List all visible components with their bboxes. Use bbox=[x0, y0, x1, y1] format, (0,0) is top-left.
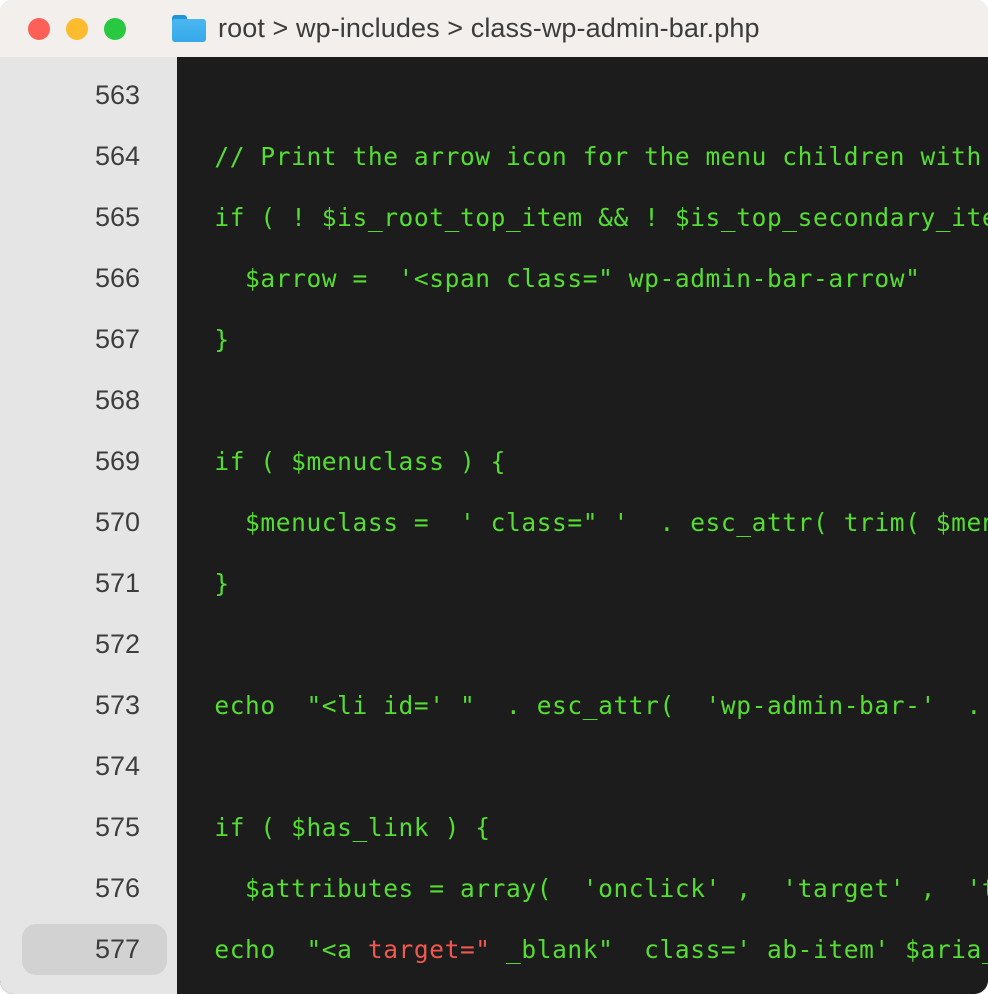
code-line[interactable]: } bbox=[177, 553, 988, 614]
code-token: $menuclass = ' class=" ' . esc_attr( tri… bbox=[245, 508, 988, 537]
line-number-label: 567 bbox=[94, 324, 140, 354]
code-token: _blank" class=' ab-item' $aria_attribute bbox=[506, 935, 988, 964]
code-line[interactable] bbox=[177, 736, 988, 797]
line-number-list: 563 564 565 566 567 568 569 570 571 572 573 574 575 5… bbox=[0, 57, 177, 994]
line-number: 566 bbox=[0, 248, 177, 309]
code-token: } bbox=[199, 325, 230, 354]
line-number: 577 bbox=[0, 919, 177, 980]
code-token: echo "<li id=' " . esc_attr( 'wp-admin-b… bbox=[214, 691, 982, 720]
breadcrumb: root > wp-includes > class-wp-admin-bar.… bbox=[172, 13, 760, 44]
line-number: 565 bbox=[0, 187, 177, 248]
line-number: 570 bbox=[0, 492, 177, 553]
window-controls bbox=[28, 17, 126, 40]
code-token: $arrow = '<span class=" wp-admin-bar-arr… bbox=[199, 264, 921, 293]
close-button[interactable] bbox=[28, 17, 50, 40]
line-number-label: 569 bbox=[94, 446, 140, 476]
code-line[interactable] bbox=[177, 65, 988, 126]
code-line[interactable]: $menuclass = ' class=" ' . esc_attr( tri… bbox=[177, 492, 988, 553]
folder-icon bbox=[172, 15, 206, 42]
line-number-label: 564 bbox=[94, 141, 140, 171]
line-number: 572 bbox=[0, 614, 177, 675]
code-line[interactable]: if ( $menuclass ) { bbox=[177, 431, 988, 492]
line-number-gutter: 563 564 565 566 567 568 569 570 571 572 573 574 575 5… bbox=[0, 57, 177, 994]
line-number: 564 bbox=[0, 126, 177, 187]
code-line[interactable]: if ( ! $is_root_top_item && ! $is_top_se… bbox=[177, 187, 988, 248]
line-number-label: 577 bbox=[94, 934, 140, 964]
code-line[interactable]: if ( $has_link ) { bbox=[177, 797, 988, 858]
line-number-label: 573 bbox=[94, 690, 140, 720]
line-number-label: 566 bbox=[94, 263, 140, 293]
editor-area: 563 564 565 566 567 568 569 570 571 572 573 574 575 5… bbox=[0, 57, 988, 994]
code-token-highlighted: target=" bbox=[367, 935, 491, 964]
line-number-label: 570 bbox=[94, 507, 140, 537]
line-number-label: 572 bbox=[94, 629, 140, 659]
code-line[interactable] bbox=[177, 370, 988, 431]
code-editor-window: root > wp-includes > class-wp-admin-bar.… bbox=[0, 0, 988, 994]
line-number: 574 bbox=[0, 736, 177, 797]
code-line[interactable]: } bbox=[177, 309, 988, 370]
code-lines: // Print the arrow icon for the menu chi… bbox=[177, 57, 988, 994]
line-number: 571 bbox=[0, 553, 177, 614]
line-number-label: 565 bbox=[94, 202, 140, 232]
code-token: // Print the arrow icon for the menu chi… bbox=[214, 142, 982, 171]
code-token: echo "<a bbox=[199, 935, 368, 964]
code-token: $attributes = array( 'onclick' , 'target… bbox=[245, 874, 988, 903]
code-line[interactable] bbox=[177, 614, 988, 675]
line-number: 563 bbox=[0, 65, 177, 126]
line-number-label: 568 bbox=[94, 385, 140, 415]
line-number-label: 575 bbox=[94, 812, 140, 842]
code-token: } bbox=[199, 569, 230, 598]
line-number-label: 571 bbox=[94, 568, 140, 598]
minimize-button[interactable] bbox=[66, 17, 88, 40]
line-number-label: 574 bbox=[94, 751, 140, 781]
code-line[interactable]: echo "<a target=" _blank" class=' ab-ite… bbox=[177, 919, 988, 980]
code-line[interactable]: $arrow = '<span class=" wp-admin-bar-arr… bbox=[177, 248, 988, 309]
line-number-label: 563 bbox=[94, 80, 140, 110]
line-number: 575 bbox=[0, 797, 177, 858]
title-bar: root > wp-includes > class-wp-admin-bar.… bbox=[0, 0, 988, 57]
code-line[interactable]: echo "<li id=' " . esc_attr( 'wp-admin-b… bbox=[177, 675, 988, 736]
code-token: if ( ! $is_root_top_item && ! $is_top_se… bbox=[214, 203, 988, 232]
line-number: 567 bbox=[0, 309, 177, 370]
code-token: if ( $has_link ) { bbox=[199, 813, 491, 842]
line-number: 573 bbox=[0, 675, 177, 736]
code-token: if ( $menuclass ) { bbox=[199, 447, 507, 476]
code-line[interactable]: // Print the arrow icon for the menu chi… bbox=[177, 126, 988, 187]
maximize-button[interactable] bbox=[104, 17, 126, 40]
line-number: 576 bbox=[0, 858, 177, 919]
line-number: 569 bbox=[0, 431, 177, 492]
breadcrumb-path: root > wp-includes > class-wp-admin-bar.… bbox=[218, 13, 760, 43]
line-number: 568 bbox=[0, 370, 177, 431]
code-pane[interactable]: // Print the arrow icon for the menu chi… bbox=[177, 57, 988, 994]
line-number-label: 576 bbox=[94, 873, 140, 903]
code-line[interactable]: $attributes = array( 'onclick' , 'target… bbox=[177, 858, 988, 919]
